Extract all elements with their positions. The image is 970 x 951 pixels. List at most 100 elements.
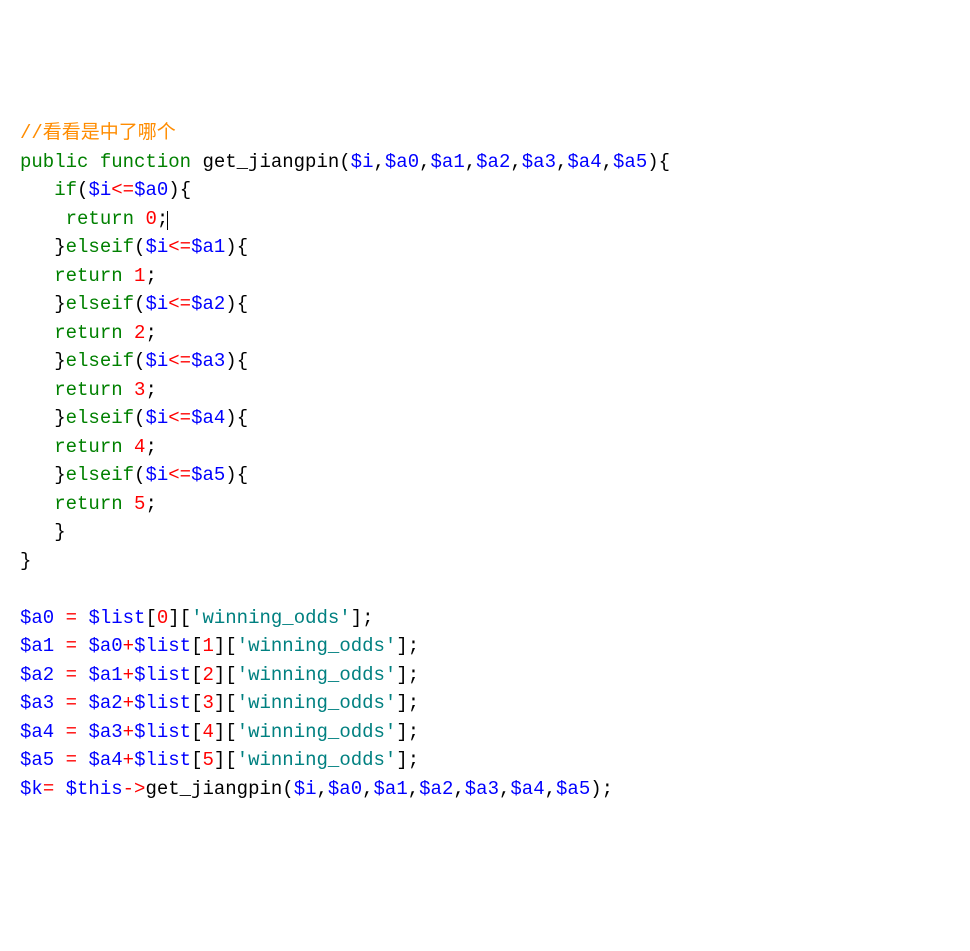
comma: ,: [510, 151, 521, 173]
param-a2: $a2: [476, 151, 510, 173]
comma: ,: [602, 151, 613, 173]
close-bracket: ]: [351, 607, 362, 629]
close-bracket: ]: [214, 692, 225, 714]
ret-4: 4: [134, 436, 145, 458]
open-paren: (: [134, 464, 145, 486]
open-brace: {: [659, 151, 670, 173]
open-brace: {: [237, 236, 248, 258]
idx-2: 2: [202, 664, 213, 686]
idx-5: 5: [202, 749, 213, 771]
open-bracket: [: [191, 749, 202, 771]
open-bracket: [: [145, 607, 156, 629]
var-list: $list: [134, 721, 191, 743]
kw-return: return: [54, 493, 122, 515]
open-bracket: [: [225, 664, 236, 686]
semi: ;: [408, 749, 419, 771]
kw-if: if: [54, 179, 77, 201]
semi: ;: [145, 436, 156, 458]
var-this: $this: [66, 778, 123, 800]
close-brace: }: [54, 464, 65, 486]
open-bracket: [: [225, 692, 236, 714]
var-list: $list: [134, 635, 191, 657]
text-cursor-icon: [167, 211, 168, 230]
semi: ;: [145, 493, 156, 515]
op-plus: +: [123, 749, 134, 771]
semi: ;: [408, 721, 419, 743]
open-bracket: [: [225, 721, 236, 743]
close-brace: }: [20, 550, 31, 572]
var-i: $i: [145, 236, 168, 258]
open-bracket: [: [225, 749, 236, 771]
var-a3: $a3: [20, 692, 54, 714]
op-le: <=: [168, 464, 191, 486]
close-bracket: ]: [396, 635, 407, 657]
str-winning: 'winning_odds': [191, 607, 351, 629]
fn-sig-prefix: public function: [20, 151, 202, 173]
var-a3: $a3: [191, 350, 225, 372]
close-paren: ): [647, 151, 658, 173]
open-brace: {: [237, 464, 248, 486]
kw-return: return: [66, 208, 134, 230]
var-prefix: $a4: [88, 749, 122, 771]
open-brace: {: [237, 407, 248, 429]
op-plus: +: [123, 692, 134, 714]
semi: ;: [408, 635, 419, 657]
comma: ,: [362, 778, 373, 800]
close-paren: ): [225, 407, 236, 429]
ret-2: 2: [134, 322, 145, 344]
comma: ,: [317, 778, 328, 800]
arg-a5: $a5: [556, 778, 590, 800]
op-le: <=: [168, 350, 191, 372]
var-a5: $a5: [191, 464, 225, 486]
fn-name: get_jiangpin: [202, 151, 339, 173]
var-list: $list: [88, 607, 145, 629]
close-brace: }: [54, 350, 65, 372]
close-brace: }: [54, 407, 65, 429]
comma: ,: [556, 151, 567, 173]
comment-line: //看看是中了哪个: [20, 122, 176, 144]
close-brace: }: [54, 293, 65, 315]
close-paren: ): [225, 350, 236, 372]
op-le: <=: [168, 407, 191, 429]
arg-a3: $a3: [465, 778, 499, 800]
var-a4: $a4: [191, 407, 225, 429]
arg-a1: $a1: [374, 778, 408, 800]
op-eq: =: [54, 635, 88, 657]
kw-elseif: elseif: [66, 236, 134, 258]
var-prefix: $a3: [88, 721, 122, 743]
close-bracket: ]: [214, 664, 225, 686]
str-winning: 'winning_odds': [237, 664, 397, 686]
var-i: $i: [145, 350, 168, 372]
op-eq: =: [43, 778, 66, 800]
op-eq: =: [54, 664, 88, 686]
op-plus: +: [123, 635, 134, 657]
arg-a0: $a0: [328, 778, 362, 800]
close-bracket: ]: [214, 721, 225, 743]
var-a4: $a4: [20, 721, 54, 743]
semi: ;: [408, 692, 419, 714]
idx-0: 0: [157, 607, 168, 629]
idx-1: 1: [202, 635, 213, 657]
semi: ;: [408, 664, 419, 686]
param-i: $i: [351, 151, 374, 173]
open-brace: {: [180, 179, 191, 201]
open-brace: {: [237, 293, 248, 315]
arg-a2: $a2: [419, 778, 453, 800]
var-k: $k: [20, 778, 43, 800]
param-a0: $a0: [385, 151, 419, 173]
open-bracket: [: [191, 664, 202, 686]
var-prefix: $a1: [88, 664, 122, 686]
open-bracket: [: [225, 635, 236, 657]
param-a1: $a1: [431, 151, 465, 173]
var-a1: $a1: [191, 236, 225, 258]
str-winning: 'winning_odds': [237, 721, 397, 743]
close-bracket: ]: [214, 749, 225, 771]
op-arrow: ->: [123, 778, 146, 800]
open-paren: (: [134, 350, 145, 372]
comma: ,: [453, 778, 464, 800]
open-brace: {: [237, 350, 248, 372]
var-i: $i: [145, 293, 168, 315]
close-paren: ): [225, 236, 236, 258]
close-bracket: ]: [214, 635, 225, 657]
op-plus: +: [123, 664, 134, 686]
